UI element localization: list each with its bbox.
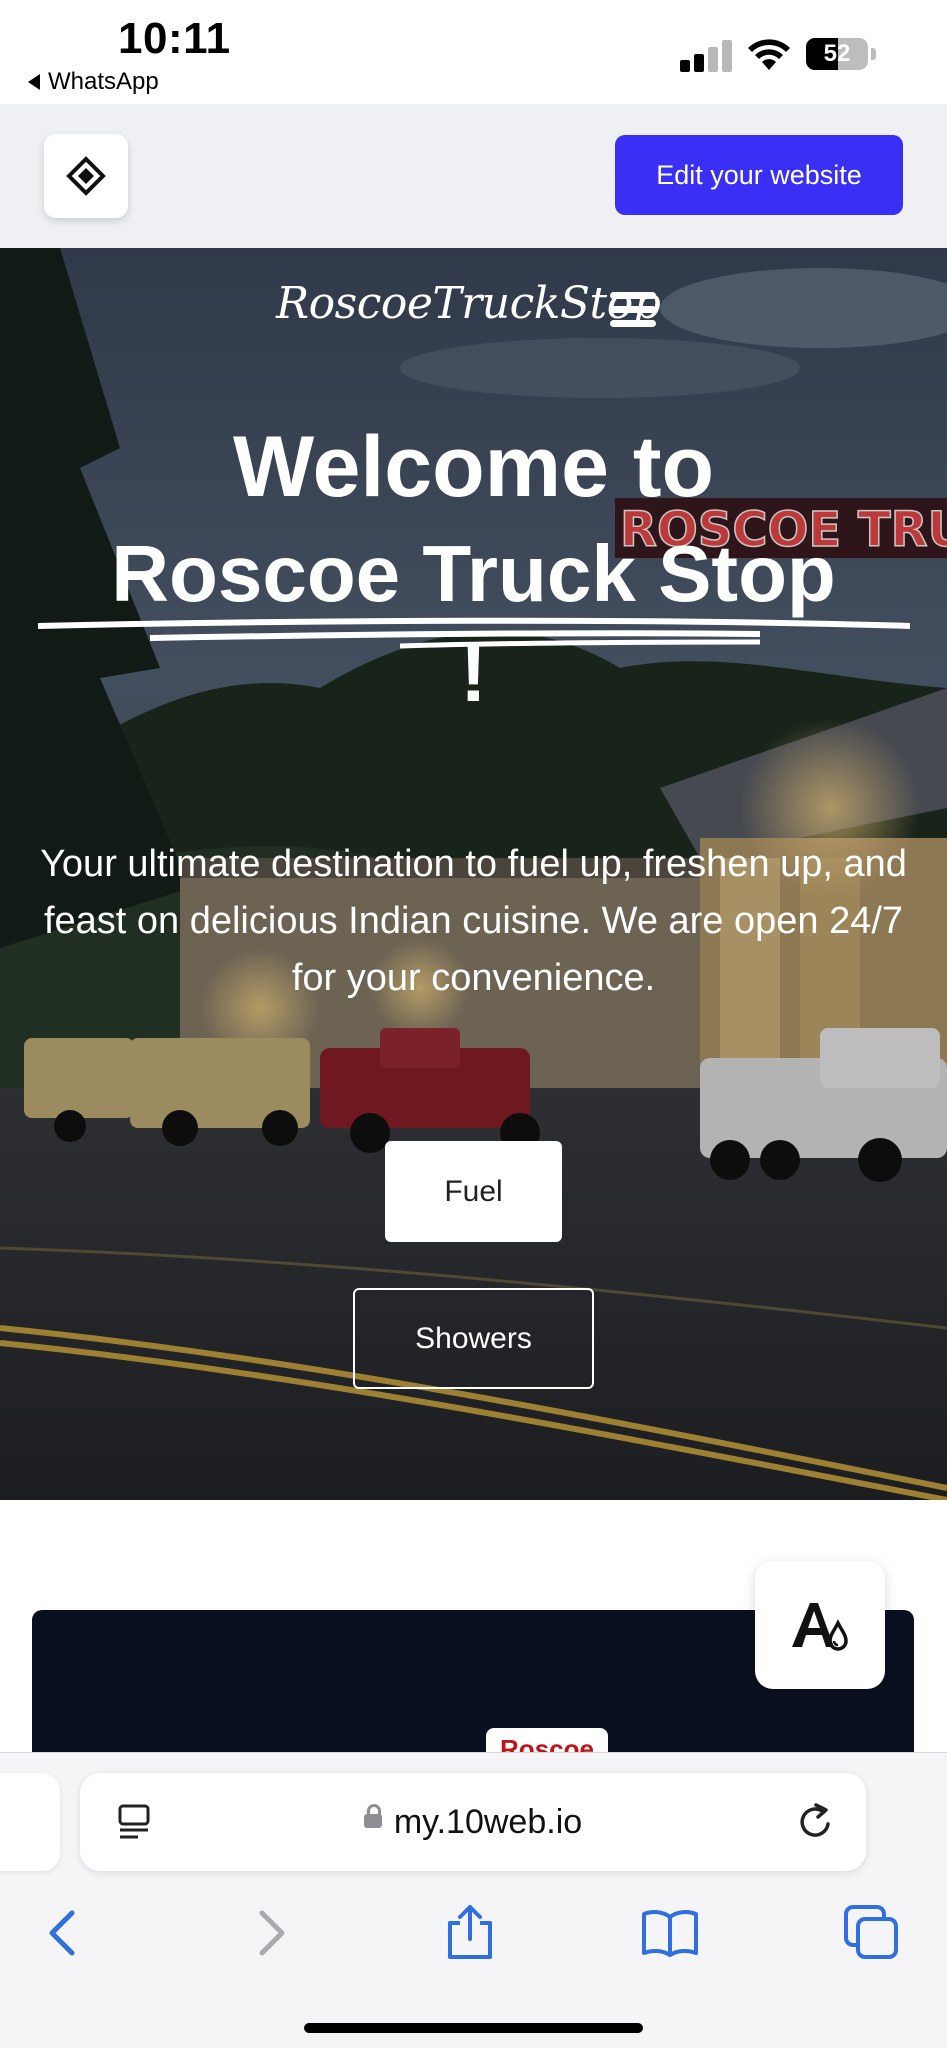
fuel-button[interactable]: Fuel [385,1141,562,1242]
hero-tagline: Your ultimate destination to fuel up, fr… [40,843,907,999]
back-triangle-icon [28,74,40,90]
url-display[interactable]: my.10web.io [80,1803,866,1842]
accessibility-font-icon [792,1603,848,1651]
battery-level: 52 [823,40,851,67]
site-logo-button[interactable] [44,134,128,218]
diamond-logo-icon [66,156,106,196]
editor-bar: Edit your website [0,104,947,248]
cellular-signal-icon [680,40,732,72]
edit-website-button[interactable]: Edit your website [615,135,903,215]
hamburger-menu-icon[interactable] [610,292,656,328]
lock-icon [363,1804,382,1829]
headline-line-1: Welcome to [232,419,715,515]
wifi-icon [748,39,790,70]
accessibility-button[interactable] [755,1561,885,1689]
battery-tip [871,48,876,60]
battery-icon: 52 [806,38,868,70]
home-indicator [304,2023,643,2033]
previous-tab-preview[interactable] [0,1773,60,1871]
headline-line-2: Roscoe Truck Stop [111,529,836,618]
headline-line-3: ! [460,629,487,718]
back-icon[interactable] [34,1903,94,1963]
status-time: 10:11 [118,14,231,63]
back-to-app-link[interactable]: WhatsApp [28,68,159,96]
tabs-icon[interactable] [842,1903,902,1963]
browser-toolbar: my.10web.io [0,1752,947,2048]
url-text: my.10web.io [393,1803,583,1841]
hero-section: ROSCOE TRUCK RoscoeTruckStop [0,248,947,1500]
address-bar[interactable]: my.10web.io [80,1773,866,1871]
share-icon[interactable] [440,1903,500,1963]
back-app-label: WhatsApp [48,68,159,95]
site-brand-logo[interactable]: RoscoeTruckStop [276,278,661,329]
status-bar: 10:11 WhatsApp 52 [0,0,947,104]
reload-icon[interactable] [796,1802,836,1842]
forward-icon[interactable] [240,1903,300,1963]
showers-button[interactable]: Showers [353,1288,594,1389]
bookmarks-icon[interactable] [640,1903,700,1963]
